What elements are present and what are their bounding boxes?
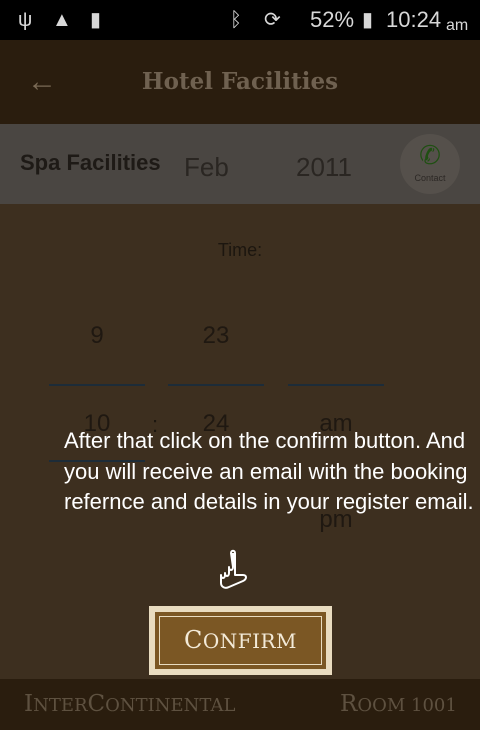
- room-number: ROOM 1001: [340, 690, 457, 720]
- warning-icon: ▲: [52, 9, 72, 31]
- brand-initial-c: C: [87, 691, 106, 717]
- page-title: Hotel Facilities: [141, 68, 339, 95]
- bluetooth-icon: ᛒ: [230, 9, 242, 31]
- room-value: 1001: [411, 695, 457, 716]
- tutorial-overlay: [0, 124, 480, 679]
- hotel-brand: INTERCONTINENTAL: [24, 690, 235, 720]
- sd-card-icon: ▮: [90, 9, 102, 31]
- confirm-label-rest: ONFIRM: [202, 629, 298, 653]
- brand-ontinental: ONTINENTAL: [105, 695, 236, 716]
- confirm-button-label[interactable]: CONFIRM: [155, 612, 326, 669]
- hand-pointer-icon: [213, 549, 253, 595]
- tutorial-instruction: After that click on the confirm button. …: [64, 428, 474, 514]
- room-initial: R: [340, 691, 358, 717]
- brand-initial-i: I: [24, 691, 34, 717]
- confirm-label-initial: C: [183, 626, 203, 654]
- battery-percent: 52%: [310, 7, 355, 32]
- rotate-icon: ⟳: [264, 9, 281, 31]
- room-oom: OOM: [357, 695, 406, 716]
- usb-icon: ψ: [18, 9, 33, 31]
- clock: 10:24: [386, 7, 442, 32]
- status-bar: ψ ▲ ▮ ᛒ ⟳ 52% ▮ 10:24 am: [0, 0, 480, 40]
- clock-ampm: am: [446, 17, 469, 34]
- brand-nter: NTER: [33, 695, 88, 716]
- battery-icon: ▮: [362, 9, 374, 31]
